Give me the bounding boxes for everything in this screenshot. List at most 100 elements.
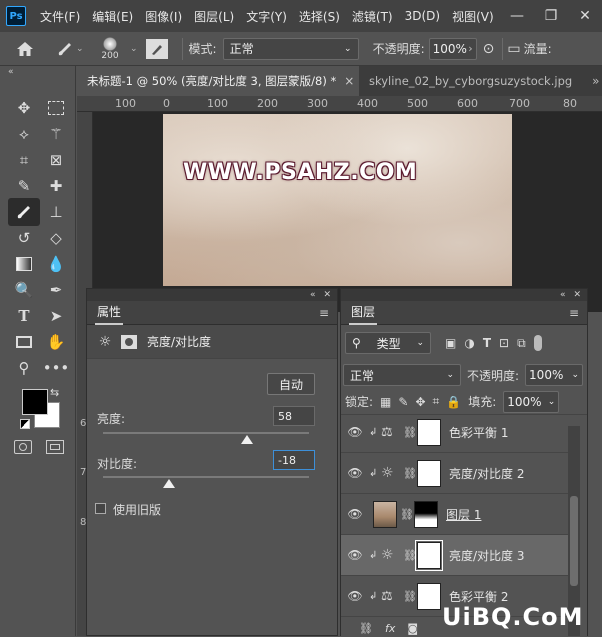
layer-mask-thumbnail[interactable] [414, 500, 438, 528]
contrast-slider-track[interactable] [103, 476, 309, 478]
quick-mask-icon[interactable] [14, 440, 32, 454]
brush-settings-icon[interactable] [145, 38, 168, 59]
filter-toggle-icon[interactable] [533, 335, 542, 351]
blur-tool-icon[interactable]: 💧 [44, 252, 68, 276]
layer-name[interactable]: 色彩平衡 1 [449, 424, 508, 441]
layer-name[interactable]: 图层 1 [446, 506, 481, 523]
filter-shape-icon[interactable]: ⊡ [499, 336, 509, 350]
sun-icon[interactable]: ☼ [95, 332, 115, 352]
tab-layers[interactable]: 图层 [349, 300, 378, 325]
layer-filter-select[interactable]: ⚲ 类型 ⌄ [345, 332, 431, 354]
type-tool-icon[interactable]: T [12, 304, 36, 328]
close-window-button[interactable]: ✕ [568, 8, 602, 24]
airbrush-icon[interactable]: ▭ [507, 41, 520, 57]
panel-menu-icon[interactable]: ≡ [569, 306, 579, 320]
menu-select[interactable]: 选择(S) [293, 8, 346, 25]
legacy-checkbox[interactable] [95, 503, 106, 514]
lock-transparent-icon[interactable]: ▦ [380, 395, 391, 409]
menu-view[interactable]: 视图(V) [446, 8, 500, 25]
layer-name[interactable]: 亮度/对比度 2 [449, 465, 525, 482]
menu-filter[interactable]: 滤镜(T) [346, 8, 399, 25]
layer-row-selected[interactable]: 👁 ↲ ☼ ⛓ 亮度/对比度 3 [341, 535, 569, 576]
foreground-color-swatch[interactable] [22, 389, 48, 415]
pen-tool-icon[interactable]: ✒ [44, 278, 68, 302]
close-icon[interactable]: ✕ [323, 290, 331, 300]
swap-colors-icon[interactable]: ⇆ [50, 386, 59, 399]
fx-icon[interactable]: fx [385, 622, 395, 635]
frame-tool-icon[interactable]: ⊠ [44, 148, 68, 172]
tabs-overflow-icon[interactable]: » [582, 66, 602, 96]
filter-smart-object-icon[interactable]: ⧉ [517, 336, 526, 351]
link-icon[interactable]: ⛓ [403, 467, 417, 480]
panel-collapse-bar[interactable]: «✕ [341, 289, 587, 301]
layer-row[interactable]: 👁 ↲ ☼ ⛓ 亮度/对比度 2 [341, 453, 569, 494]
lock-all-icon[interactable]: 🔒 [446, 395, 461, 409]
more-tools-icon[interactable]: ••• [43, 356, 70, 380]
link-icon[interactable]: ⛓ [403, 549, 417, 562]
fill-input[interactable]: 100% ⌄ [503, 390, 560, 413]
menu-file[interactable]: 文件(F) [34, 8, 86, 25]
mask-icon[interactable] [121, 334, 137, 349]
menu-layer[interactable]: 图层(L) [188, 8, 240, 25]
layer-row[interactable]: 👁 ⛓ 图层 1 [341, 494, 569, 535]
opacity-input[interactable]: 100% › [428, 37, 477, 60]
filter-type-icon[interactable]: T [483, 336, 491, 350]
eye-icon[interactable]: 👁 [341, 466, 369, 480]
scrollbar-thumb[interactable] [570, 496, 578, 586]
menu-edit[interactable]: 编辑(E) [86, 8, 139, 25]
marquee-tool-icon[interactable] [44, 96, 68, 120]
dodge-tool-icon[interactable]: 🔍 [12, 278, 36, 302]
lasso-tool-icon[interactable]: ⟡ [12, 122, 36, 146]
eye-icon[interactable]: 👁 [341, 507, 369, 521]
healing-brush-tool-icon[interactable]: ✚ [44, 174, 68, 198]
brush-tool-preset-icon[interactable]: ⌄ [50, 40, 90, 58]
layer-name[interactable]: 亮度/对比度 3 [449, 547, 525, 564]
layer-row[interactable]: 👁 ↲ ⚖ ⛓ 色彩平衡 1 [341, 419, 569, 453]
zoom-tool-icon[interactable]: ⚲ [12, 356, 36, 380]
eyedropper-tool-icon[interactable]: ✎ [12, 174, 36, 198]
filter-adjustment-icon[interactable]: ◑ [464, 336, 474, 350]
crop-tool-icon[interactable]: ⌗ [12, 148, 36, 172]
gradient-tool-icon[interactable] [12, 252, 36, 276]
brightness-input[interactable]: 58 [273, 406, 315, 426]
toolbox-collapse-button[interactable]: « [0, 66, 75, 78]
mode-select[interactable]: 正常 ⌄ [222, 37, 359, 60]
home-icon[interactable] [0, 41, 50, 57]
magic-wand-tool-icon[interactable]: ⚚ [44, 122, 68, 146]
rectangle-tool-icon[interactable] [12, 330, 36, 354]
link-icon[interactable]: ⛓ [400, 508, 414, 521]
history-brush-tool-icon[interactable]: ↺ [12, 226, 36, 250]
menu-type[interactable]: 文字(Y) [240, 8, 293, 25]
link-icon[interactable]: ⛓ [403, 590, 417, 603]
lock-position-icon[interactable]: ✥ [415, 395, 425, 409]
panel-menu-icon[interactable]: ≡ [319, 306, 329, 320]
document-canvas[interactable] [163, 114, 512, 286]
path-selection-tool-icon[interactable]: ➤ [44, 304, 68, 328]
menu-image[interactable]: 图像(I) [139, 8, 188, 25]
eye-icon[interactable]: 👁 [341, 589, 369, 603]
contrast-slider-thumb[interactable] [163, 479, 175, 488]
brush-tool-icon[interactable] [8, 198, 40, 226]
filter-pixel-icon[interactable]: ▣ [445, 336, 456, 350]
panel-collapse-bar[interactable]: «✕ [87, 289, 337, 301]
link-layers-icon[interactable]: ⛓ [359, 622, 373, 635]
layer-mask-thumbnail[interactable] [417, 459, 441, 487]
layer-image-thumbnail[interactable] [373, 500, 397, 528]
collapse-icon[interactable]: « [560, 290, 566, 300]
tab-close-icon[interactable]: × [344, 74, 354, 88]
default-colors-icon[interactable] [20, 419, 30, 429]
eraser-tool-icon[interactable]: ◇ [44, 226, 68, 250]
blend-mode-select[interactable]: 正常 ⌄ [343, 364, 461, 386]
minimize-button[interactable]: — [500, 8, 534, 24]
pressure-opacity-icon[interactable]: ⊙ [483, 41, 495, 57]
layer-name[interactable]: 色彩平衡 2 [449, 588, 508, 605]
stamp-tool-icon[interactable]: ⊥ [44, 200, 68, 224]
layer-mask-thumbnail[interactable] [415, 539, 443, 571]
menu-3d[interactable]: 3D(D) [399, 9, 446, 23]
move-tool-icon[interactable]: ✥ [12, 96, 36, 120]
brightness-slider-track[interactable] [103, 432, 309, 434]
tab-document-1[interactable]: 未标题-1 @ 50% (亮度/对比度 3, 图层蒙版/8) * × [77, 66, 359, 96]
add-mask-icon[interactable]: ◙ [407, 622, 418, 635]
contrast-input[interactable]: -18 [273, 450, 315, 470]
layer-opacity-input[interactable]: 100% ⌄ [525, 364, 584, 386]
